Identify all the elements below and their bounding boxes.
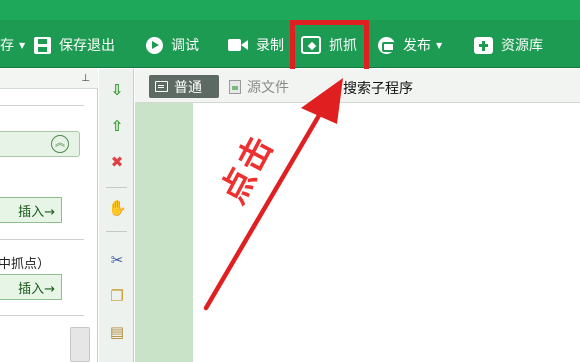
subroutine-title: 搜索子程序: [343, 81, 413, 97]
record-button[interactable]: 录制: [228, 34, 284, 56]
paste-icon[interactable]: ▤: [108, 323, 126, 341]
record-label: 录制: [256, 38, 284, 54]
chevron-down-icon: ▼: [436, 40, 443, 50]
scrollbar-thumb[interactable]: [70, 327, 90, 362]
editor-tab-bar: 普通 源文件 搜索子程序: [135, 69, 580, 103]
pin-icon[interactable]: ⊥: [81, 73, 90, 84]
divider: [0, 315, 84, 316]
highlight-box: [290, 20, 369, 74]
arrow-down-icon[interactable]: ⇩: [108, 81, 126, 99]
debug-button[interactable]: 调试: [146, 34, 199, 56]
normal-view-icon: [155, 81, 168, 92]
scissors-icon[interactable]: ✂: [108, 251, 126, 269]
left-panel: ⊥ ︽ 插入→ 中抓点） 插入→: [0, 69, 98, 362]
camera-icon: [228, 38, 248, 52]
publish-label: 发布: [403, 38, 431, 54]
tab-source-label: 源文件: [247, 79, 289, 96]
resource-library-icon: [474, 36, 493, 54]
double-chevron-up-icon[interactable]: ︽: [51, 135, 69, 153]
toolbar-partial-button[interactable]: 存 ▼: [0, 34, 25, 56]
save-exit-label: 保存退出: [59, 38, 115, 54]
hand-icon[interactable]: ✋: [108, 199, 127, 217]
divider: [0, 105, 84, 106]
resource-library-button[interactable]: 资源库: [474, 34, 543, 56]
left-panel-header: ⊥: [0, 69, 98, 89]
divider: [106, 187, 127, 188]
insert-button[interactable]: 插入→: [0, 274, 62, 300]
resource-library-label: 资源库: [501, 38, 543, 54]
publish-button[interactable]: 发布 ▼: [378, 34, 442, 56]
arrow-up-icon[interactable]: ⇧: [108, 117, 126, 135]
window-title-strip: [0, 0, 580, 20]
tab-normal[interactable]: 普通: [149, 75, 219, 98]
debug-label: 调试: [171, 38, 199, 54]
tab-source[interactable]: 源文件: [229, 75, 289, 98]
publish-icon: [378, 36, 395, 54]
divider: [106, 231, 127, 232]
source-file-icon: [229, 79, 241, 94]
toolbar-partial-label: 存: [0, 38, 14, 54]
left-panel-text: 中抓点）: [0, 257, 51, 272]
chevron-down-icon: ▼: [19, 40, 26, 50]
divider: [0, 239, 84, 240]
delete-icon[interactable]: ✖: [108, 153, 126, 171]
play-icon: [146, 36, 163, 54]
save-icon: [34, 36, 51, 54]
tab-normal-label: 普通: [174, 79, 202, 96]
editor-gutter: [135, 69, 193, 362]
insert-button[interactable]: 插入→: [0, 197, 62, 223]
tool-strip: ⇩ ⇧ ✖ ✋ ✂ ❐ ▤: [99, 69, 134, 362]
collapsed-section[interactable]: ︽: [0, 131, 80, 157]
save-exit-button[interactable]: 保存退出: [34, 34, 115, 56]
copy-icon[interactable]: ❐: [108, 287, 126, 305]
